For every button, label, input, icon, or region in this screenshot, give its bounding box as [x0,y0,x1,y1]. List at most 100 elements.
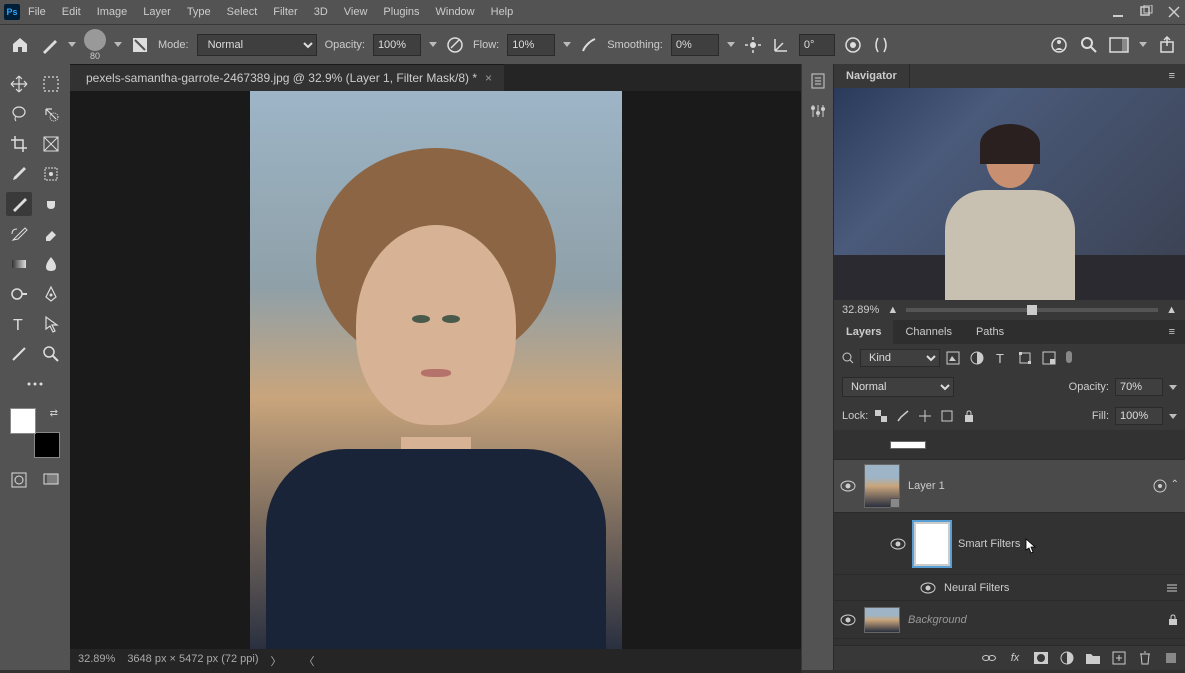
mode-select[interactable]: Normal [197,34,317,56]
status-chevron-icon[interactable]: 〉 [271,653,282,669]
lasso-tool[interactable] [6,102,32,126]
brush-settings-button[interactable] [130,35,150,55]
navigator-tab[interactable]: Navigator [834,64,910,88]
home-button[interactable] [8,33,32,57]
marquee-tool[interactable] [38,72,64,96]
layer-row-smart-filters[interactable]: Smart Filters [834,513,1185,575]
lock-transparency-icon[interactable] [874,409,888,423]
delete-layer-icon[interactable] [1137,650,1153,666]
brush-preview[interactable]: 80 [84,29,106,61]
filter-adjustment-icon[interactable] [970,351,984,365]
path-select-tool[interactable] [38,312,64,336]
maximize-icon[interactable] [1139,5,1153,19]
screen-mode-tool[interactable] [38,468,64,492]
menu-select[interactable]: Select [227,6,258,18]
color-swatches[interactable]: ⇄ [10,408,60,458]
eyedropper-tool[interactable] [6,162,32,186]
tab-paths[interactable]: Paths [964,320,1016,344]
filter-shape-icon[interactable] [1018,351,1032,365]
layer-opacity-input[interactable] [1115,378,1163,396]
gradient-tool[interactable] [6,252,32,276]
background-color[interactable] [34,432,60,458]
lock-position-icon[interactable] [918,409,932,423]
menu-filter[interactable]: Filter [273,6,297,18]
new-layer-icon[interactable] [1111,650,1127,666]
zoom-in-icon[interactable]: ▲ [1166,304,1177,316]
layer-mask-icon[interactable] [1033,650,1049,666]
filter-pixel-icon[interactable] [946,351,960,365]
chevron-down-icon[interactable] [563,42,571,47]
visibility-eye-icon[interactable] [890,536,906,552]
smoothing-input[interactable] [671,34,719,56]
brush-tool[interactable] [6,192,32,216]
link-layers-icon[interactable] [981,650,997,666]
lock-artboard-icon[interactable] [940,409,954,423]
status-scroll-left-icon[interactable]: 〈 [304,653,315,669]
close-icon[interactable] [1167,5,1181,19]
quick-mask-tool[interactable] [6,468,32,492]
visibility-eye-icon[interactable] [920,580,936,596]
line-tool[interactable] [6,342,32,366]
chevron-down-icon[interactable] [114,42,122,47]
pressure-size-button[interactable] [843,35,863,55]
filter-smart-icon[interactable] [1042,351,1056,365]
workspace-button[interactable] [1109,35,1129,55]
filter-toggle[interactable] [1066,351,1072,363]
angle-input[interactable] [799,34,835,56]
filter-blend-icon[interactable] [1165,581,1179,595]
move-tool[interactable] [6,72,32,96]
chevron-down-icon[interactable] [1169,385,1177,390]
history-brush-tool[interactable] [6,222,32,246]
eraser-tool[interactable] [38,222,64,246]
type-tool[interactable]: T [6,312,32,336]
menu-window[interactable]: Window [436,6,475,18]
filter-kind-select[interactable]: Kind [860,349,940,367]
more-tools[interactable] [22,372,48,396]
zoom-slider[interactable] [906,308,1158,312]
adjustment-layer-icon[interactable] [1059,650,1075,666]
fill-input[interactable] [1115,407,1163,425]
chevron-down-icon[interactable] [1169,414,1177,419]
canvas-viewport[interactable] [70,91,801,649]
minimize-icon[interactable] [1111,5,1125,19]
zoom-out-icon[interactable]: ▲ [887,304,898,316]
collapse-icon[interactable]: ⌃ [1171,479,1179,493]
lock-image-icon[interactable] [896,409,910,423]
frame-tool[interactable] [38,132,64,156]
share-button[interactable] [1157,35,1177,55]
layer-style-icon[interactable]: fx [1007,650,1023,666]
close-icon[interactable]: × [485,71,492,85]
layer-row-neural-filters[interactable]: Neural Filters [834,575,1185,601]
chevron-down-icon[interactable] [727,42,735,47]
layer-row-background[interactable]: Background [834,601,1185,639]
panel-menu-icon[interactable]: ≡ [1159,320,1185,344]
menu-type[interactable]: Type [187,6,211,18]
foreground-color[interactable] [10,408,36,434]
lock-all-icon[interactable] [962,409,976,423]
patch-tool[interactable] [38,162,64,186]
menu-help[interactable]: Help [491,6,514,18]
document-tab[interactable]: pexels-samantha-garrote-2467389.jpg @ 32… [70,64,504,91]
visibility-eye-icon[interactable] [840,478,856,494]
filter-effects-icon[interactable] [1153,479,1167,493]
zoom-tool[interactable] [38,342,64,366]
history-panel-icon[interactable] [809,72,827,90]
clone-stamp-tool[interactable] [38,192,64,216]
filter-type-icon[interactable]: T [994,351,1008,365]
panel-menu-icon[interactable]: ≡ [1159,64,1185,88]
menu-edit[interactable]: Edit [62,6,81,18]
menu-view[interactable]: View [344,6,368,18]
blur-tool[interactable] [38,252,64,276]
menu-3d[interactable]: 3D [314,6,328,18]
visibility-eye-icon[interactable] [840,612,856,628]
panel-resize-icon[interactable] [1163,650,1179,666]
layer-row-layer1[interactable]: Layer 1 ⌃ [834,460,1185,513]
dodge-tool[interactable] [6,282,32,306]
tab-channels[interactable]: Channels [893,320,963,344]
smoothing-settings-button[interactable] [743,35,763,55]
group-icon[interactable] [1085,650,1101,666]
swap-colors-icon[interactable]: ⇄ [50,408,58,419]
menu-image[interactable]: Image [97,6,128,18]
tab-layers[interactable]: Layers [834,320,893,344]
menu-layer[interactable]: Layer [143,6,171,18]
